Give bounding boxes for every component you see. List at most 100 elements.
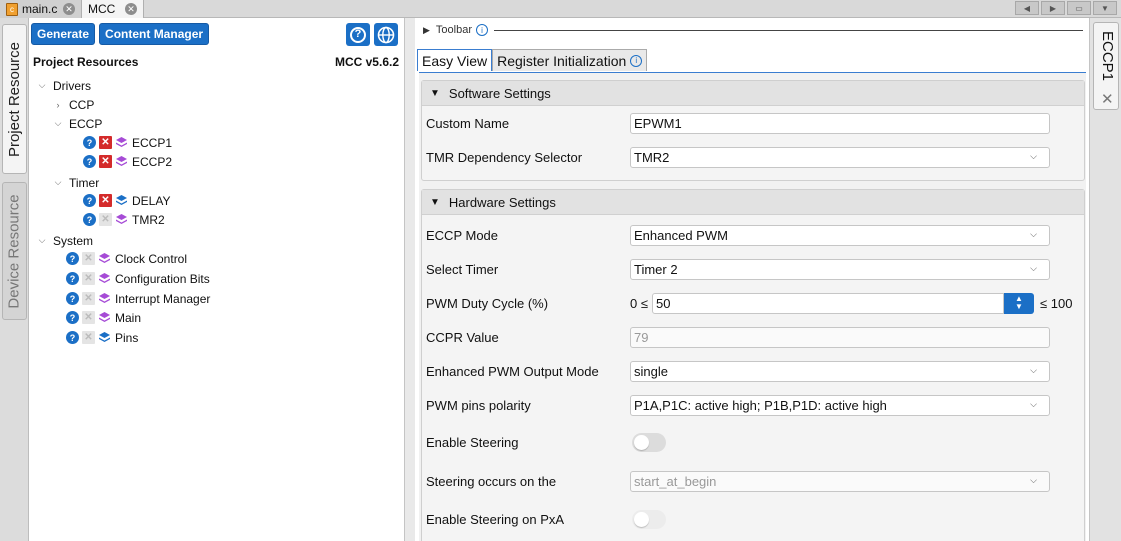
tree-item-interrupt-manager[interactable]: ? ✕ Interrupt Manager [66,289,210,308]
tab-list-icon[interactable]: ▼ [1093,1,1117,15]
tree-item-main[interactable]: ? ✕ Main [66,308,141,327]
hardware-settings-section: ▼ Hardware Settings ECCP Mode Enhanced P… [421,189,1085,541]
pwm-duty-stepper[interactable]: ▲ ▼ [1003,292,1034,314]
help-icon[interactable]: ? [83,194,96,207]
help-button[interactable]: ? [346,23,370,46]
field-label: ECCP Mode [426,227,499,243]
help-icon[interactable]: ? [83,213,96,226]
tab-easy-view-label: Easy View [422,52,488,69]
tree-item-pins[interactable]: ? ✕ Pins [66,328,138,347]
tree-label: CCP [69,97,95,112]
window-controls: ◀ ▶ ▭ ▼ [1015,1,1117,15]
pwm-polarity-select[interactable]: P1A,P1C: active high; P1B,P1D: active hi… [630,394,1050,416]
triangle-down-icon[interactable]: ▼ [430,197,440,208]
info-icon[interactable]: i [630,54,643,67]
tab-eccp1-label: ECCP1 [1099,31,1116,82]
toolbar-expander[interactable]: ▶ Toolbar i [423,24,1083,36]
tab-project-resource-label: Project Resource [6,41,23,157]
remove-icon[interactable]: ✕ [99,194,112,207]
globe-button[interactable] [374,23,398,46]
help-icon[interactable]: ? [66,252,79,265]
field-value: P1A,P1C: active high; P1B,P1D: active hi… [634,397,887,413]
enable-steering-toggle[interactable] [632,432,666,452]
tree-node-ccp[interactable]: › CCP [53,95,95,114]
field-label: Custom Name [426,116,510,131]
chevron-right-icon[interactable]: › [53,100,63,110]
globe-icon [377,26,395,43]
chevron-down-icon[interactable]: ⌵ [53,177,63,188]
remove-icon[interactable]: ✕ [99,155,112,168]
eccp-mode-select[interactable]: Enhanced PWM ⌵ [630,224,1050,246]
tab-eccp1[interactable]: ECCP1 ✕ [1093,22,1119,110]
tab-main-c[interactable]: c main.c ✕ [0,0,82,18]
project-resources-header: Project Resources MCC v5.6.2 [33,55,399,69]
remove-icon: ✕ [99,213,112,226]
tree-node-timer[interactable]: ⌵ Timer [53,173,100,192]
field-value: start_at_begin [634,473,717,489]
remove-icon: ✕ [82,292,95,305]
toolbar-divider [494,29,1083,31]
caret-down-icon[interactable]: ▼ [1015,303,1023,311]
tree-label: ECCP [69,116,103,131]
chevron-down-icon: ⌵ [1030,474,1037,485]
chevron-down-icon: ⌵ [1030,364,1037,375]
remove-icon[interactable]: ✕ [99,136,112,149]
question-icon: ? [350,26,366,43]
help-icon[interactable]: ? [66,292,79,305]
select-timer-select[interactable]: Timer 2 ⌵ [630,258,1050,280]
tree-item-delay[interactable]: ? ✕ DELAY [83,191,170,210]
software-settings-header[interactable]: ▼ Software Settings [422,81,1084,106]
tab-project-resource[interactable]: Project Resource [2,24,27,174]
tab-device-resource[interactable]: Device Resource [2,182,27,320]
tab-register-initialization[interactable]: Register Initialization i [492,49,648,71]
tree-item-tmr2[interactable]: ? ✕ TMR2 [83,210,165,229]
tree-node-eccp[interactable]: ⌵ ECCP [53,114,103,133]
tree-label: Pins [115,330,139,345]
custom-name-input[interactable]: EPWM1 [630,113,1050,134]
eccp-mode-row: ECCP Mode Enhanced PWM ⌵ [422,218,1084,252]
triangle-right-icon[interactable]: ▶ [423,25,430,36]
tree-item-eccp1[interactable]: ? ✕ ECCP1 [83,133,172,152]
close-icon[interactable]: ✕ [125,3,137,15]
tree-label: ECCP2 [132,154,173,169]
custom-name-row: Custom Name EPWM1 [422,107,1084,140]
info-icon[interactable]: i [476,24,488,36]
module-stack-icon [116,137,127,147]
pwm-duty-input[interactable]: 50 [651,292,1004,314]
pwm-duty-min: 0 ≤ [630,295,648,311]
epwm-output-mode-select[interactable]: single ⌵ [630,360,1050,382]
side-tab-strip: Project Resource Device Resource [0,18,29,541]
toolbar-label: Toolbar [435,24,472,36]
tmr-dependency-select[interactable]: TMR2 ⌵ [630,146,1050,168]
tree-node-system[interactable]: ⌵ System [37,231,93,250]
module-stack-icon [116,214,127,224]
scroll-right-icon[interactable]: ▶ [1041,1,1065,15]
tab-mcc[interactable]: MCC ✕ [82,0,144,18]
help-icon[interactable]: ? [83,136,96,149]
field-label: PWM pins polarity [426,397,531,413]
module-editor-panel: ▶ Toolbar i Easy View Register Initializ… [415,18,1089,541]
tree-node-drivers[interactable]: ⌵ Drivers [37,76,91,95]
tree-item-clock-control[interactable]: ? ✕ Clock Control [66,249,187,268]
help-icon[interactable]: ? [66,311,79,324]
generate-button[interactable]: Generate [31,23,96,45]
chevron-down-icon[interactable]: ⌵ [53,118,63,129]
help-icon[interactable]: ? [83,155,96,168]
restore-icon[interactable]: ▭ [1067,1,1091,15]
chevron-down-icon[interactable]: ⌵ [37,80,47,91]
scroll-left-icon[interactable]: ◀ [1015,1,1039,15]
close-icon[interactable]: ✕ [1101,90,1114,108]
tab-easy-view[interactable]: Easy View [417,49,493,71]
help-icon[interactable]: ? [66,331,79,344]
tree-item-eccp2[interactable]: ? ✕ ECCP2 [83,152,172,171]
triangle-down-icon[interactable]: ▼ [430,88,440,99]
help-icon[interactable]: ? [66,272,79,285]
hardware-settings-header[interactable]: ▼ Hardware Settings [422,190,1084,215]
easy-view-content: ▼ Software Settings Custom Name EPWM1 TM… [419,72,1086,541]
close-icon[interactable]: ✕ [63,3,75,15]
pwm-duty-control: 0 ≤ 50 ▲ ▼ ≤ 100 [630,292,1072,314]
tree-item-configuration-bits[interactable]: ? ✕ Configuration Bits [66,269,210,288]
tree-label: System [53,233,94,248]
chevron-down-icon[interactable]: ⌵ [37,235,47,246]
content-manager-button[interactable]: Content Manager [99,23,210,45]
